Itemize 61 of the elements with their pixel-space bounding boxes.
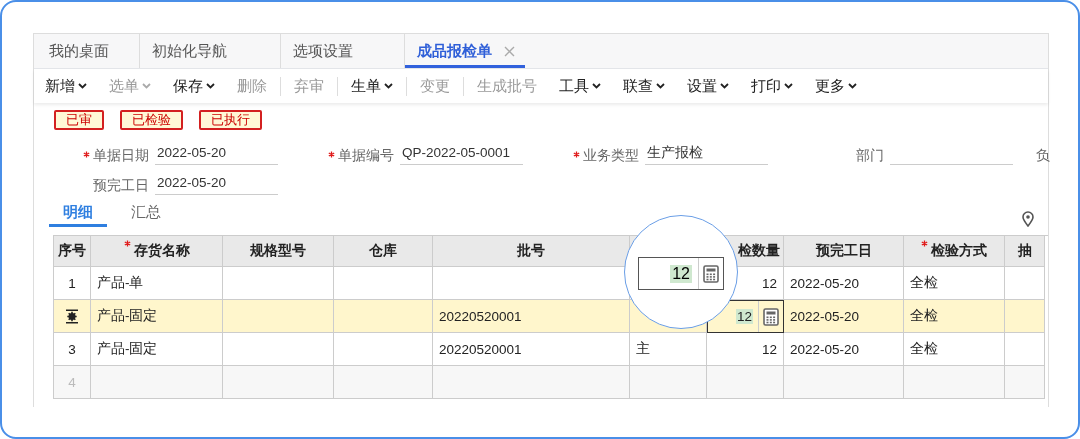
input-field[interactable]: 生产报检 bbox=[645, 141, 768, 165]
toolbar-button[interactable]: 工具 bbox=[559, 76, 601, 96]
row-number: 4 bbox=[54, 366, 91, 399]
chevron-down-icon bbox=[848, 83, 857, 89]
tab[interactable]: 我的桌面 bbox=[49, 34, 139, 68]
chevron-down-icon bbox=[142, 83, 151, 89]
column-header: 仓库 bbox=[334, 236, 433, 267]
tab[interactable]: 选项设置 bbox=[280, 34, 404, 68]
toolbar-button[interactable]: 打印 bbox=[751, 76, 793, 96]
toolbar-button[interactable]: 新增 bbox=[45, 76, 87, 96]
status-tag: 已执行 bbox=[199, 110, 262, 130]
status-tag: 已审 bbox=[54, 110, 104, 130]
toolbar-button[interactable]: 联查 bbox=[623, 76, 665, 96]
field-label: 单据编号 bbox=[279, 147, 400, 165]
required-icon bbox=[123, 240, 131, 247]
quantity-field[interactable]: 12 bbox=[638, 257, 724, 290]
field-label: 单据日期 bbox=[34, 147, 155, 165]
input-field[interactable]: QP-2022-05-0001 bbox=[400, 141, 523, 165]
required-icon bbox=[573, 151, 580, 158]
tab[interactable]: 成品报检单 bbox=[404, 34, 525, 68]
tab[interactable]: 汇总 bbox=[117, 203, 175, 227]
tab[interactable]: 明细 bbox=[49, 203, 107, 227]
toolbar-button[interactable]: 更多 bbox=[815, 76, 857, 96]
field-label: 预完工日 bbox=[92, 177, 150, 195]
table-cell: 全检 bbox=[904, 300, 1005, 333]
toolbar-button[interactable]: 生单 bbox=[337, 76, 393, 96]
table-cell bbox=[1005, 366, 1045, 399]
chevron-down-icon bbox=[656, 83, 665, 89]
column-header: 存货名称 bbox=[91, 236, 223, 267]
column-header: 抽 bbox=[1005, 236, 1045, 267]
column-header: 规格型号 bbox=[223, 236, 334, 267]
toolbar-button[interactable]: 保存 bbox=[173, 76, 215, 96]
chevron-down-icon bbox=[78, 83, 87, 89]
field-label: 负 bbox=[1035, 147, 1051, 165]
calculator-icon[interactable] bbox=[763, 307, 779, 326]
table-cell: 产品-固定 bbox=[91, 300, 223, 333]
calculator-icon[interactable] bbox=[703, 264, 719, 283]
input-field[interactable]: 2022-05-20 bbox=[155, 141, 278, 165]
column-header: 序号 bbox=[54, 236, 91, 267]
required-icon bbox=[921, 240, 928, 247]
chevron-down-icon bbox=[384, 83, 393, 89]
chevron-down-icon bbox=[592, 83, 601, 89]
chevron-down-icon bbox=[720, 83, 729, 89]
chevron-down-icon bbox=[784, 83, 793, 89]
required-icon bbox=[83, 151, 90, 158]
chevron-down-icon bbox=[206, 83, 215, 89]
required-icon bbox=[328, 151, 335, 158]
location-pin-icon[interactable] bbox=[1022, 211, 1034, 227]
table-cell bbox=[1005, 300, 1045, 333]
column-header: 预完工日 bbox=[784, 236, 904, 267]
tab[interactable]: 初始化导航 bbox=[139, 34, 280, 68]
toolbar-button[interactable]: 设置 bbox=[687, 76, 729, 96]
column-header: 检验方式 bbox=[904, 236, 1005, 267]
table-cell: 20220520001 bbox=[433, 300, 630, 333]
column-header: 批号 bbox=[433, 236, 630, 267]
input-field[interactable]: 2022-05-20 bbox=[155, 171, 278, 195]
table-cell: 2022-05-20 bbox=[784, 300, 904, 333]
gear-icon[interactable] bbox=[65, 308, 79, 324]
field-label: 业务类型 bbox=[524, 147, 645, 165]
status-tag: 已检验 bbox=[120, 110, 183, 130]
field-label: 部门 bbox=[855, 147, 885, 165]
